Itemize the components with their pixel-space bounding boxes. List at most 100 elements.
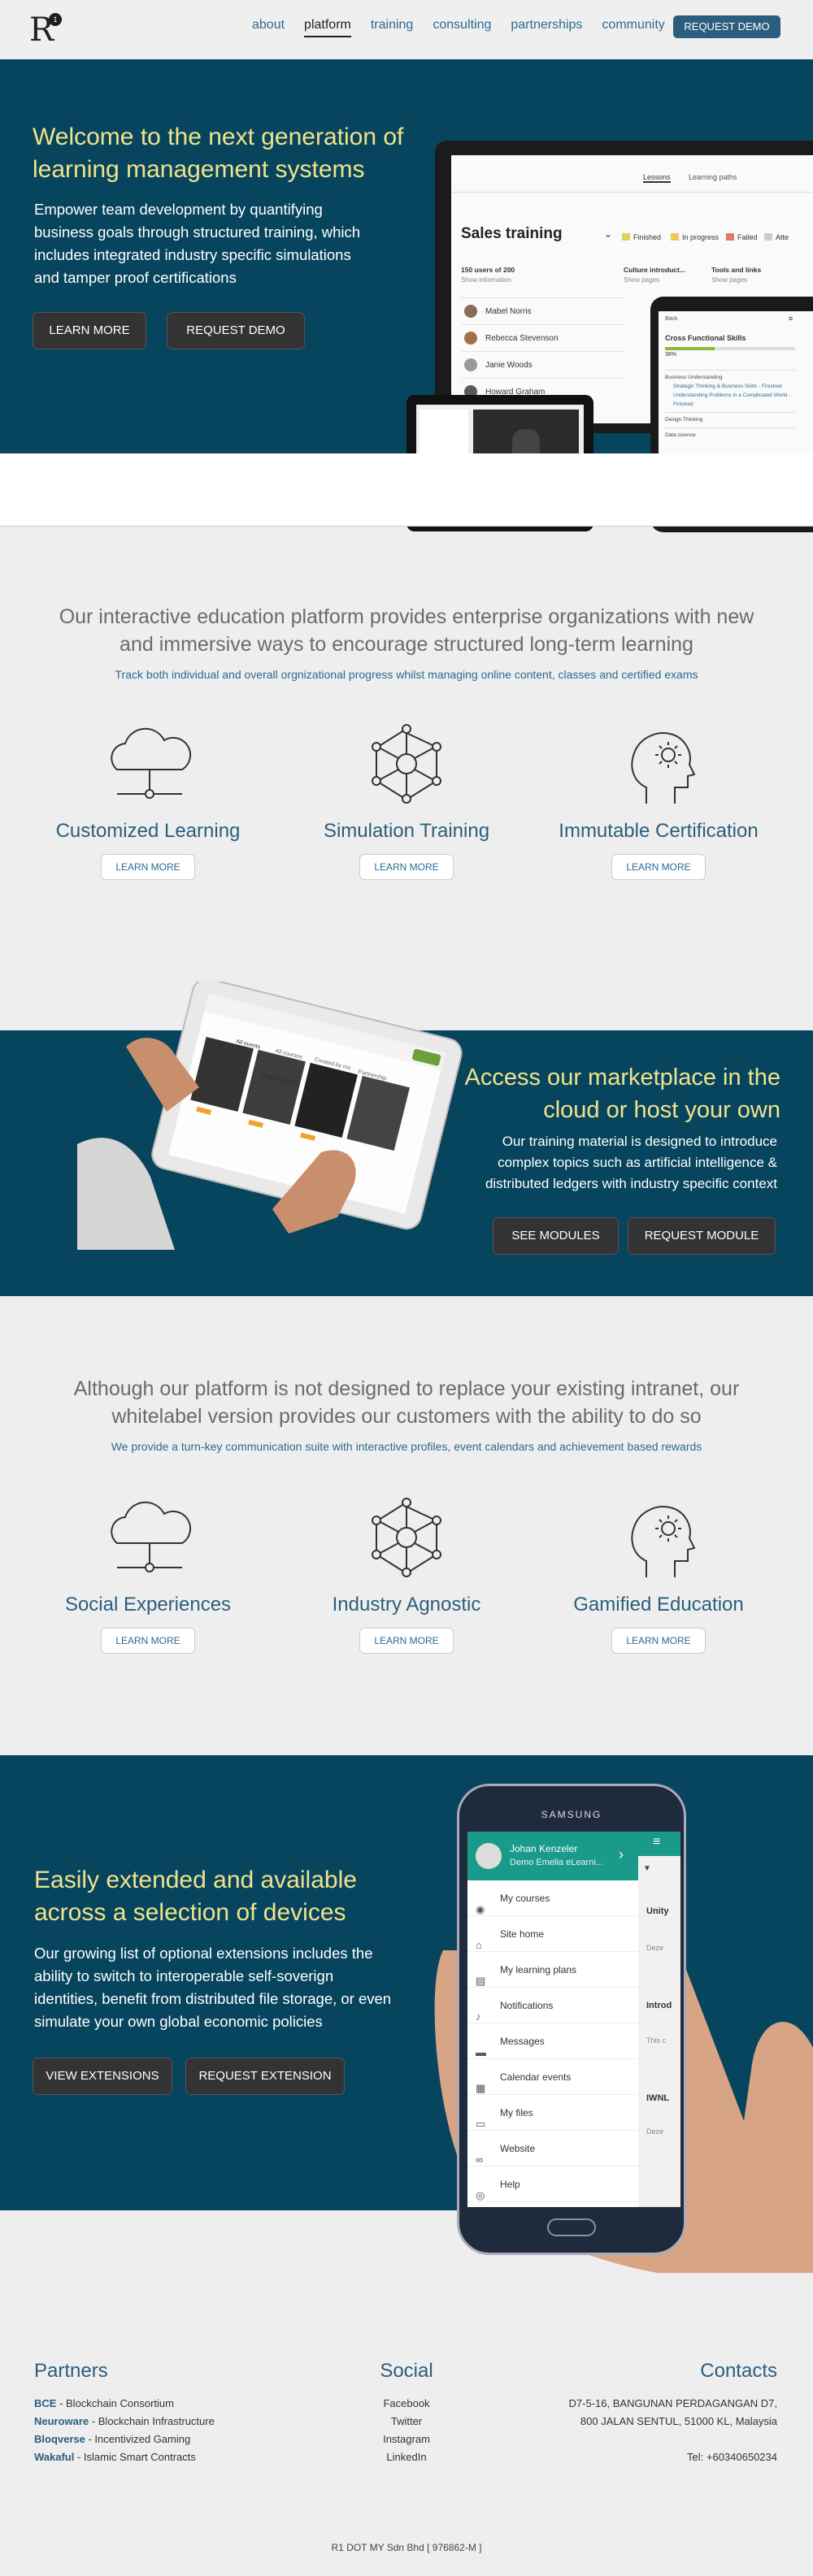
- avatar: [464, 358, 477, 371]
- tablet-in-hands-illustration: [77, 982, 463, 1250]
- list-item[interactable]: Understanding Problems in a Complicated …: [665, 391, 795, 409]
- avatar: [464, 305, 477, 318]
- menu-item-notifications[interactable]: ♪ Notifications: [467, 1988, 638, 2023]
- tab-learning-paths[interactable]: Learning paths: [689, 173, 737, 181]
- help-icon: ◎: [476, 2189, 485, 2201]
- feature-industry-agnostic: Industry Agnostic LEARN MORE: [285, 1493, 528, 1654]
- marketplace-title: Access our marketplace in the cloud or h…: [464, 1065, 780, 1123]
- hero-title: Welcome to the next generation of learni…: [33, 124, 404, 183]
- list-item[interactable]: Strategic Thinking & Business Skills - F…: [665, 382, 795, 391]
- feature-immutable-certification: Immutable Certification LEARN MORE: [537, 719, 780, 880]
- logo[interactable]: R1: [29, 11, 62, 49]
- list-item[interactable]: Rebecca Stevenson: [461, 324, 624, 351]
- legend-swatch-failed: [726, 233, 734, 241]
- network-hexagon-icon: [372, 1498, 441, 1577]
- list-item[interactable]: Data science: [665, 427, 795, 440]
- head-gear-icon: [631, 1506, 696, 1577]
- list-item[interactable]: Mabel Norris: [461, 297, 624, 324]
- avatar: [464, 332, 477, 345]
- menu-item-help[interactable]: ◎ Help: [467, 2166, 638, 2202]
- contact-info: D7-5-16, BANGUNAN PERDAGANGAN D7, 800 JA…: [520, 2395, 777, 2466]
- partner-item[interactable]: Wakaful - Islamic Smart Contracts: [34, 2448, 327, 2466]
- menu-item-messages[interactable]: ▬ Messages: [467, 2023, 638, 2059]
- menu-item-calendar-events[interactable]: ▦ Calendar events: [467, 2059, 638, 2095]
- user-name: Johan Kenzeler: [510, 1843, 578, 1854]
- course-peek-panel: ▼ Unity Deze Introd This c IWNL Deze: [638, 1856, 680, 2207]
- linkedin-link[interactable]: LinkedIn: [358, 2448, 455, 2466]
- menu-item-website[interactable]: ∞ Website: [467, 2131, 638, 2166]
- logo-badge: 1: [49, 13, 62, 26]
- avatar: [476, 1843, 502, 1869]
- platform-intro-subtitle: Track both individual and overall orgniz…: [115, 668, 698, 681]
- facebook-link[interactable]: Facebook: [358, 2395, 455, 2413]
- twitter-link[interactable]: Twitter: [358, 2413, 455, 2431]
- menu-item-my-files[interactable]: ▭ My files: [467, 2095, 638, 2131]
- request-demo-nav-button[interactable]: REQUEST DEMO: [673, 15, 780, 38]
- menu-icon[interactable]: ≡: [789, 314, 793, 323]
- course-title: Cross Functional Skills: [665, 334, 746, 342]
- list-item[interactable]: Business Understanding: [665, 370, 795, 382]
- learn-more-button[interactable]: LEARN MORE: [359, 1628, 454, 1654]
- smartphone-device: SAMSUNG Johan Kenzeler Demo Emelia eLear…: [457, 1784, 686, 2255]
- phone-screen: Johan Kenzeler Demo Emelia eLearni... › …: [467, 1832, 680, 2207]
- request-module-button[interactable]: REQUEST MODULE: [628, 1217, 776, 1255]
- back-link[interactable]: Back: [665, 316, 678, 322]
- learn-more-button[interactable]: LEARN MORE: [101, 854, 195, 880]
- home-button[interactable]: [547, 2218, 596, 2236]
- menu-item-learning-plans[interactable]: ▤ My learning plans: [467, 1952, 638, 1988]
- partner-item[interactable]: Bloqverse - Incentivized Gaming: [34, 2431, 327, 2448]
- instagram-link[interactable]: Instagram: [358, 2431, 455, 2448]
- nav-partnerships[interactable]: partnerships: [511, 18, 582, 37]
- contacts-title: Contacts: [700, 2360, 777, 2382]
- see-modules-button[interactable]: SEE MODULES: [493, 1217, 619, 1255]
- learn-more-button[interactable]: LEARN MORE: [359, 854, 454, 880]
- hero-bottom-band: [0, 453, 813, 527]
- request-demo-button[interactable]: REQUEST DEMO: [167, 312, 305, 349]
- chevron-right-icon[interactable]: ›: [619, 1846, 624, 1863]
- menu-item-site-home[interactable]: ⌂ Site home: [467, 1916, 638, 1952]
- request-extension-button[interactable]: REQUEST EXTENSION: [185, 2058, 345, 2095]
- partner-item[interactable]: BCE - Blockchain Consortium: [34, 2395, 327, 2413]
- legend-swatch-in-progress: [671, 233, 679, 241]
- legend-swatch-attempted: [764, 233, 772, 241]
- learn-more-button[interactable]: LEARN MORE: [611, 854, 706, 880]
- feature-title: Industry Agnostic: [332, 1594, 481, 1615]
- hamburger-icon[interactable]: ≡: [653, 1835, 660, 1850]
- nav-community[interactable]: community: [602, 18, 664, 37]
- user-list: Mabel Norris Rebecca Stevenson Janie Woo…: [461, 297, 624, 405]
- nav-platform[interactable]: platform: [304, 18, 351, 37]
- nav-training[interactable]: training: [371, 18, 413, 37]
- hero-section: Welcome to the next generation of learni…: [0, 59, 813, 532]
- learn-more-button[interactable]: LEARN MORE: [101, 1628, 195, 1654]
- list-item[interactable]: Design Thinking: [665, 412, 795, 424]
- platform-intro-title: Our interactive education platform provi…: [59, 605, 754, 656]
- social-links: Facebook Twitter Instagram LinkedIn: [358, 2395, 455, 2466]
- phone-number[interactable]: Tel: +60340650234: [520, 2448, 777, 2466]
- main-menu: about platform training consulting partn…: [252, 18, 665, 37]
- feature-customized-learning: Customized Learning LEARN MORE: [26, 719, 270, 880]
- feature-gamified-education: Gamified Education LEARN MORE: [537, 1493, 780, 1654]
- menu-item-my-courses[interactable]: ◉ My courses: [467, 1880, 638, 1916]
- phone-brand: SAMSUNG: [541, 1809, 602, 1820]
- feature-title: Customized Learning: [55, 820, 241, 842]
- feature-title: Immutable Certification: [559, 820, 759, 842]
- view-extensions-button[interactable]: VIEW EXTENSIONS: [33, 2058, 172, 2095]
- feature-title: Gamified Education: [573, 1594, 744, 1615]
- cloud-network-icon: [111, 1501, 192, 1572]
- list-item[interactable]: Janie Woods: [461, 351, 624, 378]
- social-title: Social: [380, 2360, 433, 2382]
- footer: Partners BCE - Blockchain Consortium Neu…: [0, 2273, 813, 2576]
- nav-about[interactable]: about: [252, 18, 285, 37]
- legend-swatch-finished: [622, 233, 630, 241]
- module-list: Business Understanding Strategic Thinkin…: [665, 370, 795, 440]
- chevron-down-icon[interactable]: ⌄: [604, 228, 612, 240]
- learn-more-button[interactable]: LEARN MORE: [33, 312, 146, 349]
- learn-more-button[interactable]: LEARN MORE: [611, 1628, 706, 1654]
- progress-percent: 38%: [665, 352, 677, 358]
- user-site: Demo Emelia eLearni...: [510, 1858, 603, 1867]
- tab-lessons[interactable]: Lessons: [643, 173, 671, 183]
- partner-item[interactable]: Neuroware - Blockchain Infrastructure: [34, 2413, 327, 2431]
- nav-consulting[interactable]: consulting: [433, 18, 491, 37]
- devices-text: Our growing list of optional extensions …: [34, 1945, 392, 2030]
- filter-icon[interactable]: ▼: [643, 1864, 651, 1873]
